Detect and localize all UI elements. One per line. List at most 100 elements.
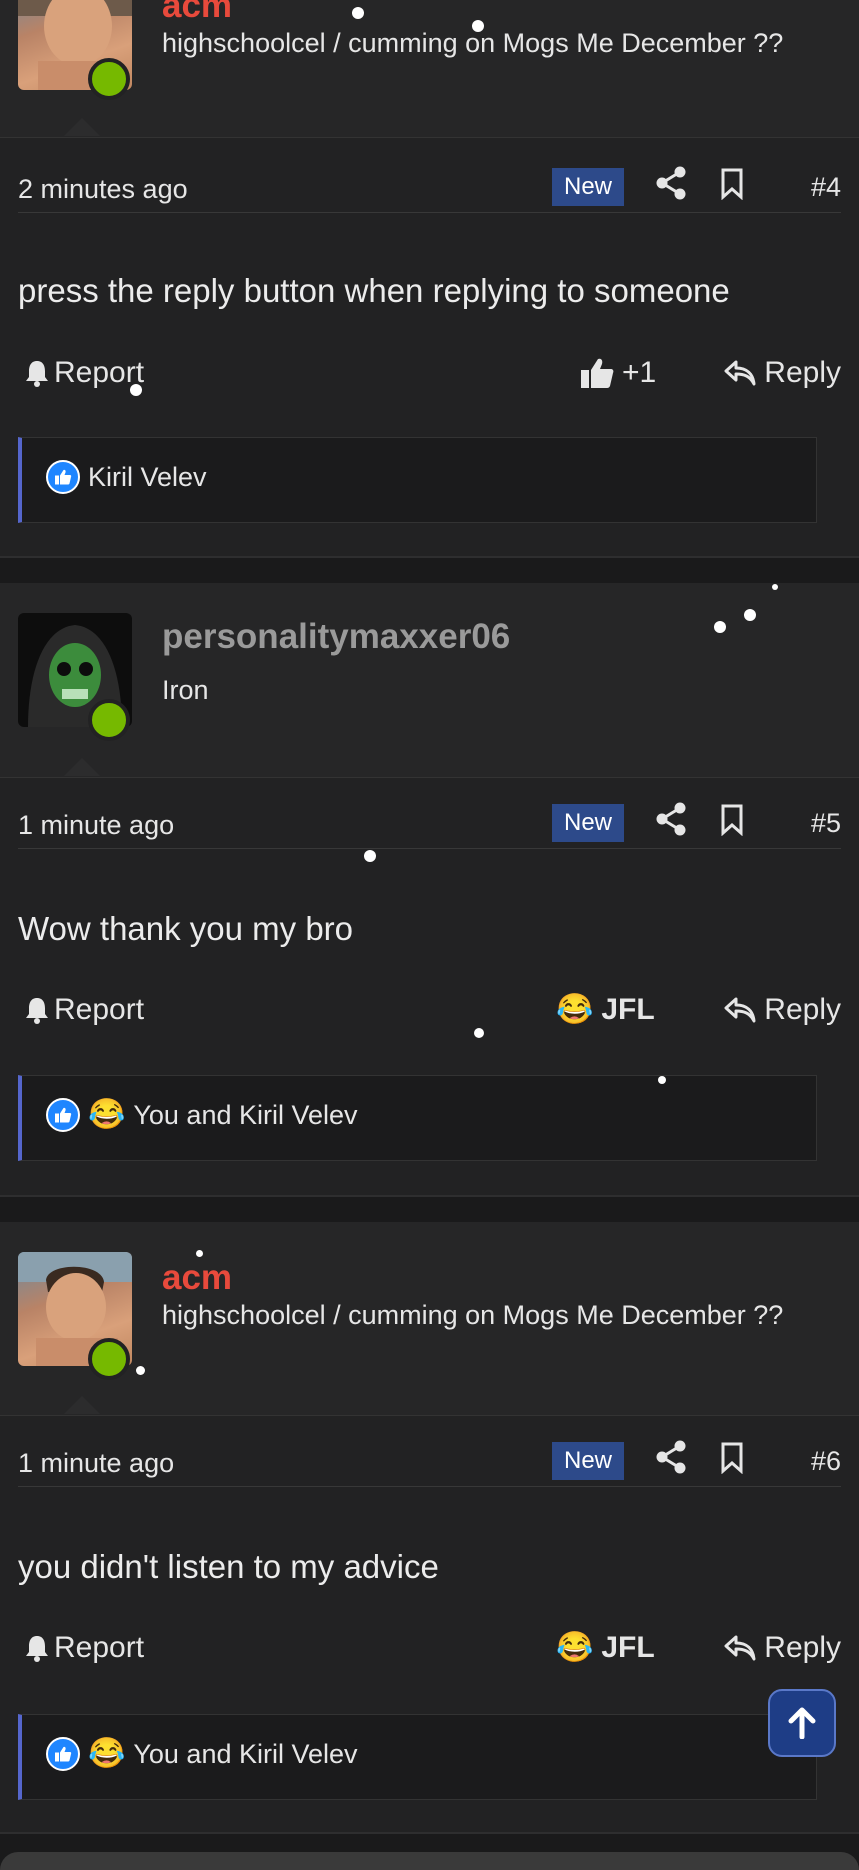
reply-label: Reply	[764, 356, 841, 389]
reactions-list: 😂 You and Kiril Velev	[46, 1098, 358, 1132]
header-pointer	[64, 758, 100, 776]
snowflake-decoration	[772, 584, 778, 590]
laughing-emoji-icon: 😂	[88, 1098, 126, 1131]
post-header: acm highschoolcel / cumming on Mogs Me D…	[0, 1222, 859, 1416]
reply-arrow-icon	[724, 997, 756, 1023]
bookmark-icon[interactable]	[720, 804, 744, 836]
post-actions: Report +1 Reply	[18, 356, 841, 400]
snowflake-decoration	[714, 621, 726, 633]
user-title: highschoolcel / cumming on Mogs Me Decem…	[162, 28, 784, 58]
bell-icon	[26, 361, 48, 387]
snowflake-decoration	[196, 1250, 203, 1257]
username[interactable]: acm	[162, 0, 232, 26]
reactions-users[interactable]: You and Kiril Velev	[133, 1739, 357, 1770]
bookmark-icon[interactable]	[720, 168, 744, 200]
reactions-summary[interactable]: Kiril Velev	[18, 437, 817, 523]
new-badge: New	[552, 804, 624, 842]
snowflake-decoration	[658, 1076, 666, 1084]
snowflake-decoration	[130, 384, 142, 396]
like-reaction-icon	[46, 1098, 80, 1132]
post-meta: 2 minutes ago New #4	[18, 166, 841, 213]
reply-button[interactable]: Reply	[724, 356, 841, 390]
reactions-users[interactable]: Kiril Velev	[88, 462, 207, 493]
reply-arrow-icon	[724, 360, 756, 386]
reactions-users[interactable]: You and Kiril Velev	[133, 1100, 357, 1131]
reply-label: Reply	[764, 993, 841, 1026]
header-pointer	[64, 1396, 100, 1414]
thumbs-up-icon	[581, 358, 614, 388]
reactions-list: 😂 You and Kiril Velev	[46, 1737, 358, 1771]
post-header: personalitymaxxer06 Iron	[0, 583, 859, 778]
laughing-emoji-icon: 😂	[88, 1737, 126, 1770]
user-title: Iron	[162, 675, 209, 705]
post-4: acm highschoolcel / cumming on Mogs Me D…	[0, 0, 859, 556]
post-separator	[0, 1195, 859, 1197]
bookmark-icon[interactable]	[720, 1442, 744, 1474]
laughing-emoji-icon: 😂	[556, 1631, 594, 1664]
post-meta: 1 minute ago New #5	[18, 802, 841, 849]
like-reaction-icon	[46, 460, 80, 494]
new-badge: New	[552, 1442, 624, 1480]
post-meta: 1 minute ago New #6	[18, 1440, 841, 1487]
reply-arrow-icon	[724, 1635, 756, 1661]
post-time[interactable]: 2 minutes ago	[18, 174, 188, 205]
reactions-summary[interactable]: 😂 You and Kiril Velev	[18, 1075, 817, 1161]
bell-icon	[26, 1636, 48, 1662]
post-message: you didn't listen to my advice	[18, 1548, 439, 1585]
username[interactable]: personalitymaxxer06	[162, 617, 510, 657]
reaction-label: +1	[622, 356, 657, 389]
scroll-to-top-button[interactable]	[768, 1689, 836, 1757]
user-title: highschoolcel / cumming on Mogs Me Decem…	[162, 1300, 784, 1330]
report-label: Report	[54, 356, 145, 389]
post-actions: Report 😂 JFL Reply	[18, 993, 841, 1037]
arrow-up-icon	[788, 1707, 816, 1739]
post-6: acm highschoolcel / cumming on Mogs Me D…	[0, 1222, 859, 1832]
reply-button[interactable]: Reply	[724, 993, 841, 1027]
like-reaction-icon	[46, 1737, 80, 1771]
post-5: personalitymaxxer06 Iron 1 minute ago Ne…	[0, 583, 859, 1195]
snowflake-decoration	[474, 1028, 484, 1038]
reactions-list: Kiril Velev	[46, 460, 207, 494]
username[interactable]: acm	[162, 1258, 232, 1298]
bell-icon	[26, 998, 48, 1024]
new-badge: New	[552, 168, 624, 206]
snowflake-decoration	[472, 20, 484, 32]
laughing-emoji-icon: 😂	[556, 993, 594, 1026]
post-number[interactable]: #6	[811, 1446, 841, 1477]
reply-label: Reply	[764, 1631, 841, 1664]
online-status-indicator	[88, 699, 130, 741]
post-number[interactable]: #5	[811, 808, 841, 839]
reaction-button[interactable]: +1	[580, 356, 656, 390]
report-button[interactable]: Report	[24, 993, 144, 1027]
post-time[interactable]: 1 minute ago	[18, 810, 174, 841]
reactions-summary[interactable]: 😂 You and Kiril Velev	[18, 1714, 817, 1800]
report-label: Report	[54, 1631, 145, 1664]
online-status-indicator	[88, 58, 130, 100]
reaction-button[interactable]: 😂 JFL	[556, 993, 655, 1027]
report-button[interactable]: Report	[24, 356, 144, 390]
post-message: Wow thank you my bro	[18, 910, 354, 947]
online-status-indicator	[88, 1338, 130, 1380]
header-pointer	[64, 118, 100, 136]
snowflake-decoration	[136, 1366, 145, 1375]
snowflake-decoration	[364, 850, 376, 862]
reaction-label: JFL	[601, 993, 655, 1026]
bottom-sheet-edge	[0, 1852, 859, 1870]
reaction-button[interactable]: 😂 JFL	[556, 1631, 655, 1665]
report-button[interactable]: Report	[24, 1631, 144, 1665]
snowflake-decoration	[352, 7, 364, 19]
post-time[interactable]: 1 minute ago	[18, 1448, 174, 1479]
reply-button[interactable]: Reply	[724, 1631, 841, 1665]
snowflake-decoration	[744, 609, 756, 621]
post-message: press the reply button when replying to …	[18, 272, 730, 309]
post-actions: Report 😂 JFL Reply	[18, 1631, 841, 1675]
post-separator	[0, 1832, 859, 1834]
post-header: acm highschoolcel / cumming on Mogs Me D…	[0, 0, 859, 138]
reaction-label: JFL	[601, 1631, 655, 1664]
report-label: Report	[54, 993, 145, 1026]
post-number[interactable]: #4	[811, 172, 841, 203]
share-icon[interactable]	[656, 166, 686, 200]
share-icon[interactable]	[656, 1440, 686, 1474]
share-icon[interactable]	[656, 802, 686, 836]
post-separator	[0, 556, 859, 558]
